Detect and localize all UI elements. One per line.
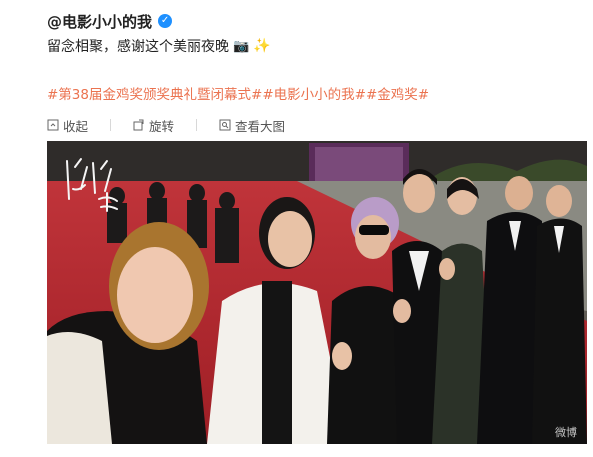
weibo-watermark: 微博 [555, 426, 577, 439]
hashtag-link[interactable]: #金鸡奖# [366, 83, 429, 103]
camera-emoji-icon: 📷 [233, 38, 250, 54]
sparkle-emoji-icon: ✨ [253, 38, 271, 54]
hashtag-line: #第38届金鸡奖颁奖典礼暨闭幕式# #电影小小的我# #金鸡奖# [47, 83, 429, 103]
rotate-label: 旋转 [149, 118, 175, 134]
weibo-post: @电影小小的我 ✓ 留念相聚，感谢这个美丽夜晚 📷 ✨ #第38届金鸡奖颁奖典礼… [0, 0, 593, 457]
toolbar-divider [110, 119, 112, 131]
collapse-button[interactable]: 收起 [47, 116, 88, 135]
rotate-icon [133, 119, 144, 131]
collapse-label: 收起 [63, 118, 89, 134]
post-photo[interactable]: 微博 [47, 141, 587, 444]
verified-badge-icon: ✓ [158, 14, 173, 28]
toolbar-divider [196, 119, 198, 131]
author-name[interactable]: @电影小小的我 [47, 11, 152, 32]
hashtag-link[interactable]: #第38届金鸡奖颁奖典礼暨闭幕式# [47, 83, 262, 103]
view-large-button[interactable]: 查看大图 [219, 116, 285, 135]
post-author: @电影小小的我 ✓ [47, 10, 173, 32]
image-toolbar: 收起 旋转 查看大图 [47, 116, 285, 134]
film-logo [59, 149, 129, 223]
post-caption: 留念相聚，感谢这个美丽夜晚 📷 ✨ [47, 36, 271, 56]
signature-logo-icon [66, 158, 118, 212]
collapse-icon [47, 119, 59, 131]
caption-text: 留念相聚，感谢这个美丽夜晚 [47, 39, 229, 55]
rotate-button[interactable]: 旋转 [133, 116, 174, 135]
hashtag-link[interactable]: #电影小小的我# [262, 83, 366, 103]
view-large-label: 查看大图 [235, 118, 286, 134]
view-large-icon [219, 119, 231, 131]
